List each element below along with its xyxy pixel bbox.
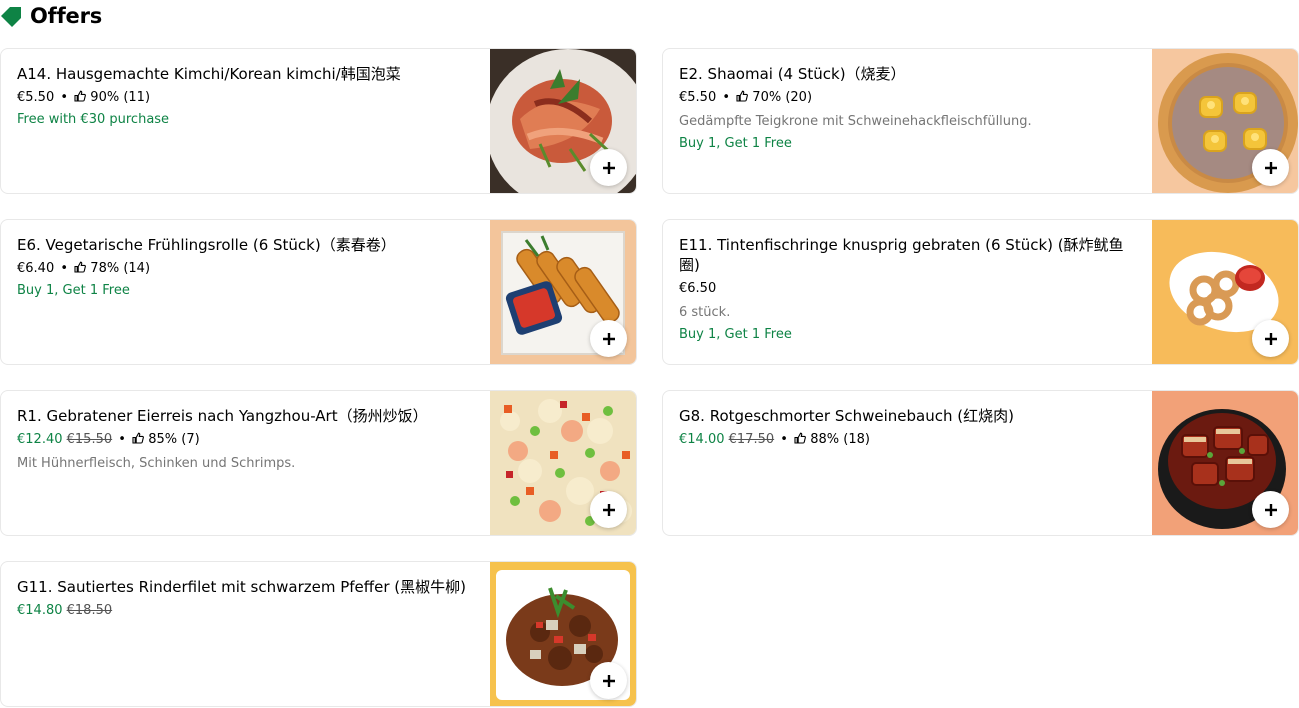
- add-to-cart-button[interactable]: [590, 491, 627, 528]
- item-rating: 78% (14): [90, 261, 151, 276]
- thumbs-up-icon: [736, 90, 749, 102]
- item-old-price: €17.50: [728, 432, 775, 447]
- add-to-cart-button[interactable]: [590, 149, 627, 186]
- card-body: E6. Vegetarische Frühlingsrolle (6 Stück…: [17, 235, 472, 299]
- item-image: [490, 562, 636, 706]
- item-promo: Buy 1, Get 1 Free: [679, 136, 792, 151]
- item-meta: €12.40 €15.50 • 85% (7): [17, 432, 200, 447]
- card-body: G8. Rotgeschmorter Schweinebauch (红烧肉) €…: [679, 406, 1134, 448]
- thumbs-up-icon: [74, 90, 87, 102]
- offer-card-fried-rice[interactable]: R1. Gebratener Eierreis nach Yangzhou-Ar…: [0, 390, 637, 536]
- add-to-cart-button[interactable]: [1252, 149, 1289, 186]
- item-image: [490, 220, 636, 364]
- item-title: G8. Rotgeschmorter Schweinebauch (红烧肉): [679, 407, 1014, 425]
- thumbs-up-icon: [794, 432, 806, 444]
- item-image: [490, 49, 636, 193]
- section-title: Offers: [30, 4, 103, 28]
- item-title: E11. Tintenfischringe knusprig gebraten …: [679, 236, 1124, 274]
- plus-icon: [602, 332, 615, 345]
- item-meta: €5.50 • 70% (20): [679, 90, 813, 105]
- item-promo: Buy 1, Get 1 Free: [17, 283, 130, 298]
- thumbs-up-icon: [74, 261, 87, 273]
- plus-icon: [602, 674, 615, 687]
- offer-card-beef-pepper[interactable]: G11. Sautiertes Rinderfilet mit schwarze…: [0, 561, 637, 707]
- card-body: E11. Tintenfischringe knusprig gebraten …: [679, 235, 1134, 343]
- item-rating: 85% (7): [148, 432, 200, 447]
- item-meta: €6.40 • 78% (14): [17, 261, 151, 276]
- item-title: E2. Shaomai (4 Stück)（烧麦）: [679, 65, 906, 83]
- offer-card-kimchi[interactable]: A14. Hausgemachte Kimchi/Korean kimchi/韩…: [0, 48, 637, 194]
- item-description: Mit Hühnerfleisch, Schinken und Schrimps…: [17, 456, 296, 471]
- add-to-cart-button[interactable]: [1252, 491, 1289, 528]
- add-to-cart-button[interactable]: [590, 662, 627, 699]
- item-price: €6.40: [17, 261, 55, 276]
- section-header: Offers: [0, 0, 102, 32]
- card-body: A14. Hausgemachte Kimchi/Korean kimchi/韩…: [17, 64, 472, 128]
- plus-icon: [1264, 503, 1277, 516]
- offer-card-spring-rolls[interactable]: E6. Vegetarische Frühlingsrolle (6 Stück…: [0, 219, 637, 365]
- item-meta: €5.50 • 90% (11): [17, 90, 151, 105]
- item-sale-price: €14.80: [17, 603, 63, 618]
- item-rating: 70% (20): [752, 90, 813, 105]
- add-to-cart-button[interactable]: [590, 320, 627, 357]
- item-description: 6 stück.: [679, 305, 731, 320]
- offer-card-pork-belly[interactable]: G8. Rotgeschmorter Schweinebauch (红烧肉) €…: [662, 390, 1299, 536]
- plus-icon: [602, 503, 615, 516]
- item-title: R1. Gebratener Eierreis nach Yangzhou-Ar…: [17, 407, 428, 425]
- item-price: €5.50: [679, 90, 717, 105]
- item-old-price: €18.50: [66, 603, 113, 618]
- item-title: A14. Hausgemachte Kimchi/Korean kimchi/韩…: [17, 65, 401, 83]
- plus-icon: [602, 161, 615, 174]
- item-meta: €14.80 €18.50: [17, 602, 472, 619]
- item-price: €5.50: [17, 90, 55, 105]
- item-image: [1152, 391, 1298, 535]
- item-sale-price: €12.40: [17, 432, 63, 447]
- card-body: R1. Gebratener Eierreis nach Yangzhou-Ar…: [17, 406, 472, 472]
- item-price: €6.50: [679, 281, 717, 296]
- item-sale-price: €14.00: [679, 432, 725, 447]
- offers-page: Offers A14. Hausgemachte Kimchi/Korean k…: [0, 0, 1299, 708]
- plus-icon: [1264, 332, 1277, 345]
- thumbs-up-icon: [132, 432, 144, 444]
- item-description: Gedämpfte Teigkrone mit Schweinehackflei…: [679, 114, 1032, 129]
- item-image: [1152, 220, 1298, 364]
- offer-card-shaomai[interactable]: E2. Shaomai (4 Stück)（烧麦） €5.50 • 70% (2…: [662, 48, 1299, 194]
- card-body: E2. Shaomai (4 Stück)（烧麦） €5.50 • 70% (2…: [679, 64, 1134, 152]
- item-meta: €14.00 €17.50 • 88% (18): [679, 432, 870, 447]
- item-promo: Free with €30 purchase: [17, 112, 170, 127]
- item-meta: €6.50: [679, 280, 1134, 297]
- item-title: E6. Vegetarische Frühlingsrolle (6 Stück…: [17, 236, 396, 254]
- item-image: [1152, 49, 1298, 193]
- item-promo: Buy 1, Get 1 Free: [679, 327, 792, 342]
- plus-icon: [1264, 161, 1277, 174]
- item-image: [490, 391, 636, 535]
- item-rating: 88% (18): [810, 432, 870, 447]
- add-to-cart-button[interactable]: [1252, 320, 1289, 357]
- tag-icon: [1, 7, 21, 27]
- card-body: G11. Sautiertes Rinderfilet mit schwarze…: [17, 577, 472, 619]
- item-rating: 90% (11): [90, 90, 151, 105]
- item-old-price: €15.50: [66, 432, 113, 447]
- offer-card-squid-rings[interactable]: E11. Tintenfischringe knusprig gebraten …: [662, 219, 1299, 365]
- item-title: G11. Sautiertes Rinderfilet mit schwarze…: [17, 578, 466, 596]
